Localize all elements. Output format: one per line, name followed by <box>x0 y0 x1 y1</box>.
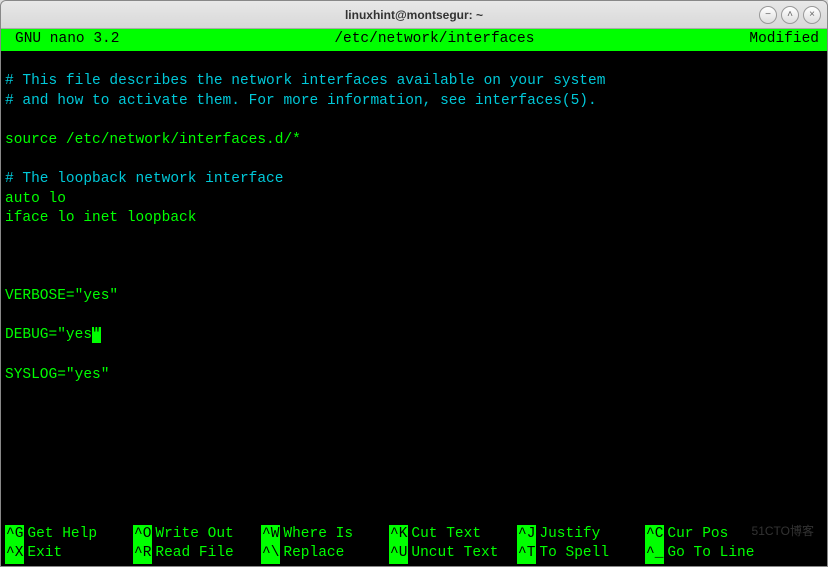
nano-shortcuts: ^GGet Help ^OWrite Out ^WWhere Is ^KCut … <box>1 525 827 566</box>
shortcut-key: ^O <box>133 525 152 545</box>
shortcut-key: ^_ <box>645 544 664 564</box>
shortcut-label: To Spell <box>536 544 609 564</box>
terminal-content[interactable]: GNU nano 3.2 /etc/network/interfaces Mod… <box>1 29 827 566</box>
editor-body[interactable]: # This file describes the network interf… <box>1 51 827 525</box>
shortcut-key: ^R <box>133 544 152 564</box>
config-line: VERBOSE="yes" <box>5 288 118 304</box>
shortcut-key: ^W <box>261 525 280 545</box>
shortcut-key: ^\ <box>261 544 280 564</box>
comment-line: # The loopback network interface <box>5 171 283 187</box>
shortcut-key: ^K <box>389 525 408 545</box>
shortcut-label: Write Out <box>152 525 233 545</box>
shortcut-replace[interactable]: ^\Replace <box>261 544 389 564</box>
minimize-button[interactable]: − <box>759 6 777 24</box>
shortcut-label: Uncut Text <box>408 544 498 564</box>
shortcut-row: ^GGet Help ^OWrite Out ^WWhere Is ^KCut … <box>5 525 823 545</box>
shortcut-where-is[interactable]: ^WWhere Is <box>261 525 389 545</box>
comment-line: # This file describes the network interf… <box>5 73 605 89</box>
shortcut-write-out[interactable]: ^OWrite Out <box>133 525 261 545</box>
shortcut-key: ^X <box>5 544 24 564</box>
nano-header-bar: GNU nano 3.2 /etc/network/interfaces Mod… <box>1 29 827 51</box>
shortcut-label: Read File <box>152 544 233 564</box>
shortcut-label: Cur Pos <box>664 525 728 545</box>
shortcut-go-to-line[interactable]: ^_Go To Line <box>645 544 773 564</box>
shortcut-read-file[interactable]: ^RRead File <box>133 544 261 564</box>
window-title: linuxhint@montsegur: ~ <box>345 8 483 22</box>
window-controls: − ˄ × <box>759 6 821 24</box>
text: DEBUG="yes <box>5 327 92 343</box>
shortcut-get-help[interactable]: ^GGet Help <box>5 525 133 545</box>
shortcut-label: Go To Line <box>664 544 754 564</box>
shortcut-label: Cut Text <box>408 525 481 545</box>
terminal-window: linuxhint@montsegur: ~ − ˄ × GNU nano 3.… <box>0 0 828 567</box>
shortcut-key: ^U <box>389 544 408 564</box>
maximize-button[interactable]: ˄ <box>781 6 799 24</box>
shortcut-row: ^XExit ^RRead File ^\Replace ^UUncut Tex… <box>5 544 823 564</box>
nano-filepath: /etc/network/interfaces <box>119 30 749 50</box>
cursor: " <box>92 327 101 343</box>
blank-line <box>5 54 14 70</box>
shortcut-label: Justify <box>536 525 600 545</box>
shortcut-label: Replace <box>280 544 344 564</box>
shortcut-label: Exit <box>24 544 62 564</box>
config-line: SYSLOG="yes" <box>5 367 109 383</box>
shortcut-label: Get Help <box>24 525 97 545</box>
shortcut-label: Where Is <box>280 525 353 545</box>
shortcut-key: ^T <box>517 544 536 564</box>
shortcut-key: ^C <box>645 525 664 545</box>
shortcut-key: ^G <box>5 525 24 545</box>
shortcut-cur-pos[interactable]: ^CCur Pos <box>645 525 773 545</box>
config-line: iface lo inet loopback <box>5 210 196 226</box>
shortcut-exit[interactable]: ^XExit <box>5 544 133 564</box>
shortcut-key: ^J <box>517 525 536 545</box>
config-line: source /etc/network/interfaces.d/* <box>5 132 301 148</box>
window-titlebar[interactable]: linuxhint@montsegur: ~ − ˄ × <box>1 1 827 29</box>
shortcut-uncut-text[interactable]: ^UUncut Text <box>389 544 517 564</box>
close-button[interactable]: × <box>803 6 821 24</box>
nano-status: Modified <box>749 30 823 50</box>
config-line: auto lo <box>5 191 66 207</box>
comment-line: # and how to activate them. For more inf… <box>5 93 597 109</box>
nano-version: GNU nano 3.2 <box>5 30 119 50</box>
shortcut-cut-text[interactable]: ^KCut Text <box>389 525 517 545</box>
shortcut-justify[interactable]: ^JJustify <box>517 525 645 545</box>
config-line: DEBUG="yes" <box>5 327 101 343</box>
shortcut-to-spell[interactable]: ^TTo Spell <box>517 544 645 564</box>
